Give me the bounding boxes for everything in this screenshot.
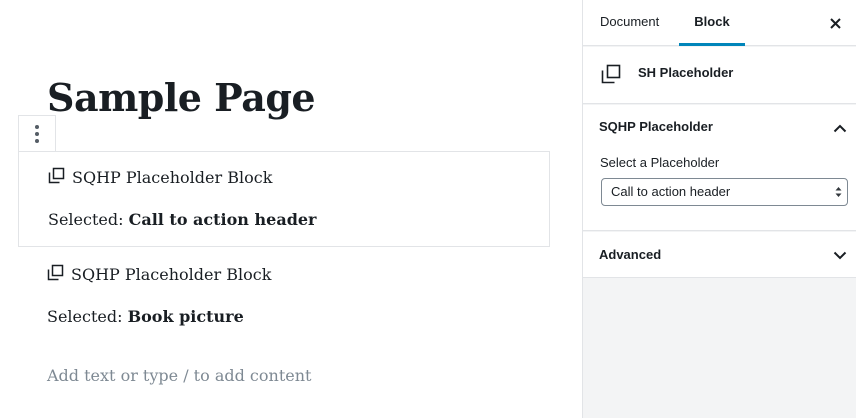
block-title: SQHP Placeholder Block [71,265,272,284]
placeholder-settings-panel: SQHP Placeholder Select a Placeholder Ca… [583,105,856,231]
sidebar-tabs: Document Block [583,0,856,46]
duplicate-block-icon [48,167,65,184]
select-arrows-icon [835,187,842,197]
selected-value: Book picture [127,307,244,326]
block-card-name: SH Placeholder [638,65,734,80]
more-vertical-icon [35,125,39,143]
select-value: Call to action header [611,184,731,199]
chevron-up-icon [833,124,847,132]
selected-label: Selected: [47,307,128,326]
placeholder-select[interactable]: Call to action header [601,178,848,206]
advanced-expand-toggle[interactable] [831,246,849,264]
tab-block[interactable]: Block [679,0,745,46]
panel-collapse-toggle[interactable] [831,119,849,137]
block-selected-text: Selected: Call to action header [48,210,316,229]
duplicate-block-icon [47,264,64,281]
block-more-options-button[interactable] [18,115,56,152]
placeholder-select-label: Select a Placeholder [600,155,720,170]
block-selected-text: Selected: Book picture [47,307,244,326]
selected-label: Selected: [48,210,129,229]
placeholder-block-selected[interactable]: SQHP Placeholder Block Selected: Call to… [18,151,550,247]
panel-title[interactable]: SQHP Placeholder [599,119,713,134]
placeholder-block[interactable]: SQHP Placeholder Block Selected: Book pi… [18,249,550,345]
block-title: SQHP Placeholder Block [72,168,273,187]
advanced-panel[interactable]: Advanced [583,232,856,278]
block-header: SQHP Placeholder Block [47,264,272,284]
block-header: SQHP Placeholder Block [48,167,273,187]
tab-document[interactable]: Document [600,0,659,46]
duplicate-block-icon [601,64,621,84]
selected-value: Call to action header [128,210,317,229]
advanced-panel-title[interactable]: Advanced [599,247,661,262]
default-block-appender[interactable]: Add text or type / to add content [47,366,311,385]
settings-sidebar: Document Block SH Placeholder SQHP Place… [582,0,856,418]
editor-canvas: Sample Page SQHP Placeholder Block Selec… [0,0,582,418]
close-icon [829,17,841,29]
page-title[interactable]: Sample Page [47,74,316,122]
close-sidebar-button[interactable] [825,13,845,33]
chevron-down-icon [833,251,847,259]
block-card: SH Placeholder [583,47,856,104]
